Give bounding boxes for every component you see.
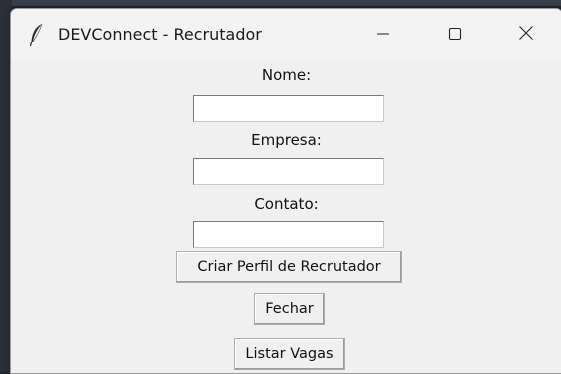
app-window: DEVConnect - Recrutador Nome: Empresa: C… [10,8,561,374]
criar-perfil-button[interactable]: Criar Perfil de Recrutador [176,251,402,283]
close-icon [518,25,534,45]
nome-label: Nome: [261,66,312,84]
desktop-background-top [0,0,561,6]
minimize-button[interactable] [347,9,419,61]
title-bar[interactable]: DEVConnect - Recrutador [11,9,561,61]
maximize-icon [448,26,462,45]
maximize-button[interactable] [419,9,491,61]
contato-input[interactable] [193,221,384,248]
contato-label: Contato: [254,195,319,213]
window-title: DEVConnect - Recrutador [58,25,262,44]
feather-icon [29,23,45,47]
close-button[interactable] [490,9,561,61]
fechar-button[interactable]: Fechar [254,293,325,325]
minimize-icon [376,26,390,45]
form-area: Nome: Empresa: Contato: Criar Perfil de … [11,61,561,373]
empresa-input[interactable] [193,158,384,185]
empresa-label: Empresa: [251,131,322,149]
listar-vagas-button[interactable]: Listar Vagas [234,338,345,370]
nome-input[interactable] [193,95,384,122]
